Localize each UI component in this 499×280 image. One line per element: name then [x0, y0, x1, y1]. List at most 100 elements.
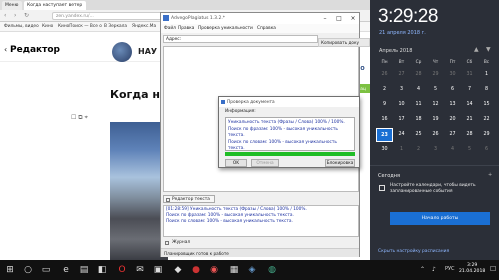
url-input[interactable]: zen.yandex.ru/... [52, 12, 167, 20]
minimize-icon[interactable]: – [318, 13, 332, 24]
reload-icon[interactable]: ↻ [24, 12, 29, 19]
next-month-icon[interactable]: ▼ [486, 46, 491, 53]
calendar-day[interactable]: 6 [444, 83, 461, 97]
opera-icon[interactable]: O [116, 264, 128, 276]
clock-date[interactable]: 21 апреля 2018 г. [379, 30, 426, 36]
calendar-day[interactable]: 20 [444, 113, 461, 127]
calendar-day[interactable]: 28 [410, 68, 427, 82]
network-icon[interactable]: ⌃ [420, 266, 425, 273]
menu-file[interactable]: Файл [164, 26, 176, 31]
calendar-day[interactable]: 8 [478, 83, 495, 97]
channel-avatar[interactable] [112, 42, 132, 62]
edge-icon[interactable]: e [60, 264, 72, 276]
app-icon[interactable]: ◈ [246, 264, 258, 276]
mail-icon[interactable]: ✉ [134, 264, 146, 276]
calendar-day[interactable]: 5 [461, 143, 478, 157]
calendar-day[interactable]: 19 [427, 113, 444, 127]
hide-schedule-link[interactable]: Скрыть настройку расписания [378, 249, 449, 254]
menu-edit[interactable]: Правка [178, 26, 194, 31]
app-icon[interactable]: ● [190, 264, 202, 276]
calendar-day[interactable]: 1 [478, 68, 495, 82]
calendar-day[interactable]: 16 [376, 113, 393, 127]
calendar-day[interactable]: 2 [410, 143, 427, 157]
menu-uniqueness[interactable]: Проверка уникальности [198, 26, 253, 31]
article-title[interactable]: Когда на [110, 88, 167, 101]
tab-menu[interactable]: Меню [2, 1, 22, 10]
calendar-day[interactable]: 4 [410, 83, 427, 97]
journal-tab[interactable]: Журнал [163, 239, 203, 247]
app-icon[interactable]: ◉ [208, 264, 220, 276]
task-view-icon[interactable]: ▭ [40, 264, 52, 276]
explorer-icon[interactable]: ▤ [78, 264, 90, 276]
bookmark-item[interactable]: КиноПоиск — Все о [58, 24, 102, 29]
calendar-day[interactable]: 3 [427, 143, 444, 157]
calendar-day[interactable]: 12 [427, 98, 444, 112]
forward-icon[interactable]: › [14, 12, 16, 19]
search-icon[interactable]: ○ [22, 264, 34, 276]
cancel-button[interactable]: Отмена [251, 159, 279, 167]
calendar-day[interactable]: 18 [410, 113, 427, 127]
calendar-day[interactable]: 26 [427, 128, 444, 142]
text-editor-button[interactable]: Редактор текста [163, 195, 215, 203]
calendar-day[interactable]: 7 [461, 83, 478, 97]
app-icon[interactable]: ◆ [172, 264, 184, 276]
calendar-day[interactable]: 23 [376, 128, 393, 142]
calendar-day[interactable]: 27 [393, 68, 410, 82]
calendar-day[interactable]: 21 [461, 113, 478, 127]
month-label[interactable]: Апрель 2018 [379, 48, 412, 54]
calendar-day[interactable]: 10 [393, 98, 410, 112]
volume-icon[interactable]: ♪ [432, 266, 436, 273]
ok-button[interactable]: OK [225, 159, 247, 167]
tray-clock[interactable]: 3:29 21.04.2018 [459, 263, 485, 275]
prev-month-icon[interactable]: ▲ [474, 46, 479, 53]
calendar-day[interactable]: 1 [393, 143, 410, 157]
close-icon[interactable]: × [346, 13, 360, 24]
start-icon[interactable]: ⊞ [4, 264, 16, 276]
bookmark-item[interactable]: Фильмы, видео [4, 24, 39, 29]
app-icon[interactable]: ▦ [228, 264, 240, 276]
calendar-day[interactable]: 25 [410, 128, 427, 142]
calendar-day[interactable]: 4 [444, 143, 461, 157]
notifications-icon[interactable]: ☐ [490, 265, 496, 273]
calendar-day[interactable]: 2 [376, 83, 393, 97]
copy-document-button[interactable]: Копировать доку [318, 38, 370, 47]
calendar-day[interactable]: 29 [427, 68, 444, 82]
app-icon[interactable]: ◍ [266, 264, 278, 276]
calendar-day[interactable]: 11 [410, 98, 427, 112]
calendar-day[interactable]: 24 [393, 128, 410, 142]
calendar-day[interactable]: 6 [478, 143, 495, 157]
weekday-label: Ср [415, 60, 422, 65]
address-field[interactable]: Адрес: [163, 35, 318, 43]
calendar-day[interactable]: 29 [478, 128, 495, 142]
calendar-day[interactable]: 30 [444, 68, 461, 82]
maximize-icon[interactable]: □ [332, 13, 346, 24]
calendar-day[interactable]: 30 [376, 143, 393, 157]
bookmark-item[interactable]: В Зеркала [104, 24, 127, 29]
editor-toolbar-icons[interactable]: ☐ ⧉ ⌖ [71, 114, 88, 122]
back-icon[interactable]: ‹ [4, 12, 6, 19]
tab-article[interactable]: Когда наступает ветер [24, 1, 86, 10]
calendar-day[interactable]: 17 [393, 113, 410, 127]
calendar-day[interactable]: 15 [478, 98, 495, 112]
bookmark-item[interactable]: Яндекс.Ма [132, 24, 156, 29]
calendar-day[interactable]: 14 [461, 98, 478, 112]
calendar-day[interactable]: 9 [376, 98, 393, 112]
lock-button[interactable]: Блокировка [325, 159, 355, 167]
back-arrow-icon[interactable]: ‹ [4, 45, 7, 54]
calendar-day[interactable]: 31 [461, 68, 478, 82]
calendar-day[interactable]: 13 [444, 98, 461, 112]
calendar-day[interactable]: 27 [444, 128, 461, 142]
calendar-day[interactable]: 3 [393, 83, 410, 97]
calendar-day[interactable]: 22 [478, 113, 495, 127]
bookmark-item[interactable]: Кино [42, 24, 53, 29]
language-icon[interactable]: РУС [445, 266, 455, 272]
app-icon[interactable]: ▣ [152, 264, 164, 276]
calendar-day[interactable]: 26 [376, 68, 393, 82]
journal-label: Журнал [172, 240, 191, 245]
calendar-day[interactable]: 28 [461, 128, 478, 142]
calendar-day[interactable]: 5 [427, 83, 444, 97]
get-started-button[interactable]: Начало работы [390, 212, 490, 225]
store-icon[interactable]: ◧ [96, 264, 108, 276]
menu-help[interactable]: Справка [257, 26, 276, 31]
add-event-icon[interactable]: + [488, 172, 492, 178]
